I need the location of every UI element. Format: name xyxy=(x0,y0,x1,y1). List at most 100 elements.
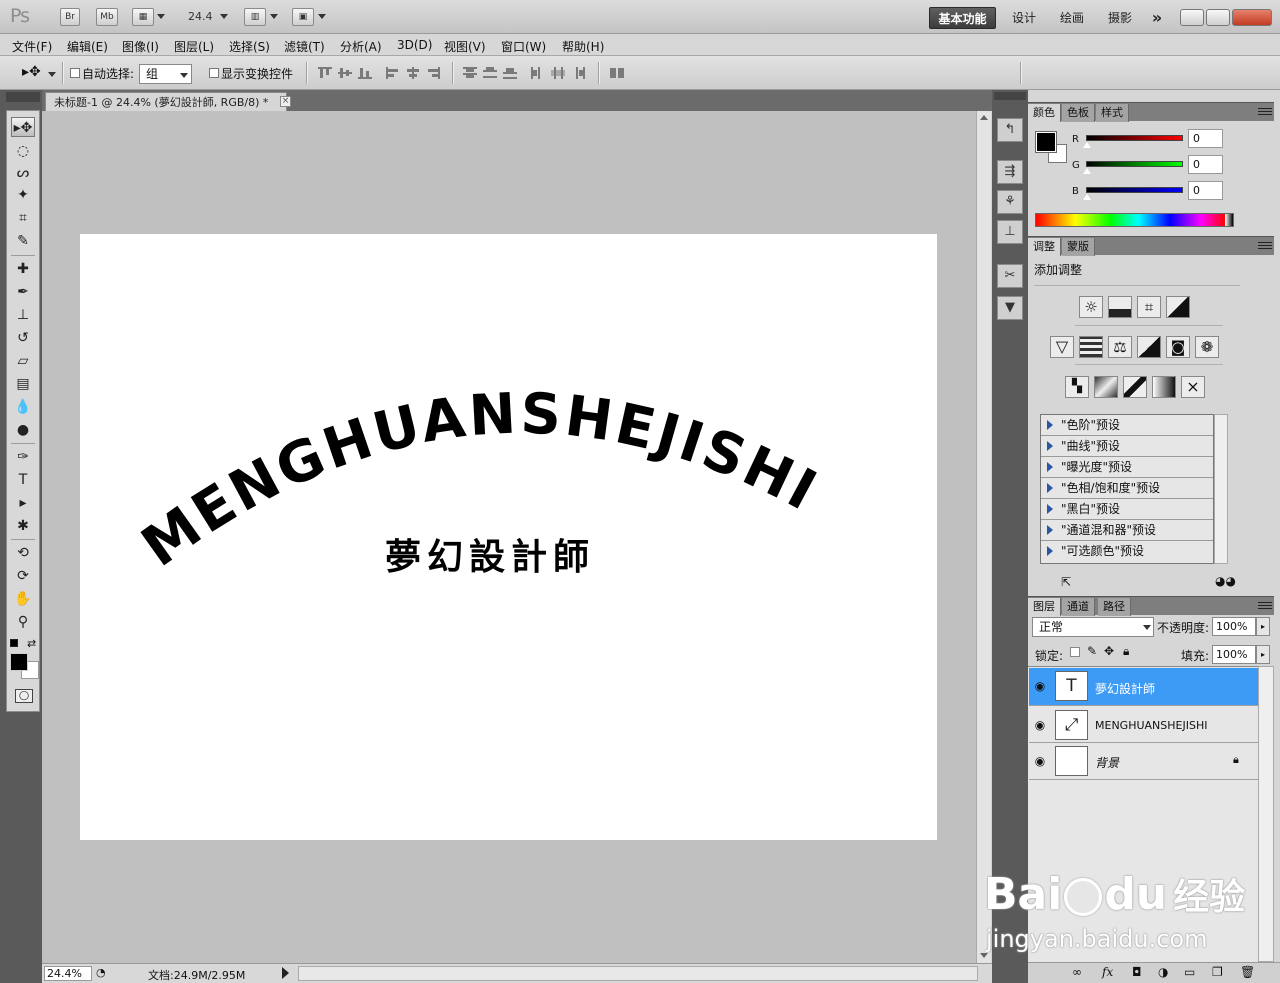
tab-layers[interactable]: 图层 xyxy=(1028,598,1061,616)
swap-colors-icon[interactable]: ⇄ xyxy=(27,637,36,650)
menu-file[interactable]: 文件(F) xyxy=(12,38,52,55)
menu-3d[interactable]: 3D(D) xyxy=(397,38,432,52)
status-zoom-field[interactable]: 24.4% xyxy=(44,966,92,981)
curves-icon[interactable]: ⌗ xyxy=(1137,296,1161,318)
panel-menu-icon[interactable] xyxy=(1258,602,1272,610)
move-tool-icon[interactable]: ▸✥ xyxy=(11,117,35,137)
hand-tool-icon[interactable]: ✋ xyxy=(11,589,35,609)
blue-value-field[interactable]: 0 xyxy=(1188,181,1223,200)
healing-brush-tool-icon[interactable]: ✚ xyxy=(11,259,35,279)
visibility-eye-icon[interactable]: ◉ xyxy=(1032,718,1048,732)
distribute-right-edges-icon[interactable] xyxy=(571,67,585,79)
tool-presets-panel-icon[interactable]: ⇶ xyxy=(997,160,1023,184)
green-slider[interactable] xyxy=(1086,161,1183,167)
dodge-tool-icon[interactable]: ● xyxy=(11,420,35,440)
history-panel-icon[interactable]: ↰ xyxy=(997,118,1023,142)
link-icon[interactable]: ∞ xyxy=(1072,965,1082,979)
red-value-field[interactable]: 0 xyxy=(1188,129,1223,148)
photo-filter-icon[interactable]: ◙ xyxy=(1166,336,1190,358)
preset-channel-mixer[interactable]: "通道混和器"预设 xyxy=(1041,520,1213,541)
slider-thumb-icon[interactable] xyxy=(1083,142,1091,148)
menu-filter[interactable]: 滤镜(T) xyxy=(284,38,325,55)
toolbox-header[interactable] xyxy=(6,92,40,102)
tab-adjustments[interactable]: 调整 xyxy=(1028,238,1061,256)
menu-image[interactable]: 图像(I) xyxy=(122,38,159,55)
zoom-dropdown-icon[interactable] xyxy=(220,14,228,19)
hue-saturation-icon[interactable] xyxy=(1079,336,1103,358)
tab-styles[interactable]: 样式 xyxy=(1096,104,1129,122)
selective-color-icon[interactable]: ⨯ xyxy=(1181,376,1205,398)
layer-name[interactable]: MENGHUANSHEJISHI xyxy=(1095,719,1207,732)
arrange-dropdown-icon[interactable] xyxy=(270,14,278,19)
preset-levels[interactable]: "色阶"预设 xyxy=(1041,415,1213,436)
auto-align-layers-icon[interactable] xyxy=(610,67,624,79)
zoom-tool-icon[interactable]: ⚲ xyxy=(11,612,35,632)
align-right-edges-icon[interactable] xyxy=(426,67,440,79)
preset-hue-saturation[interactable]: "色相/饱和度"预设 xyxy=(1041,478,1213,499)
vertical-scrollbar[interactable] xyxy=(976,111,991,963)
clone-stamp-tool-icon[interactable]: ⊥ xyxy=(11,305,35,325)
align-bottom-edges-icon[interactable] xyxy=(358,67,372,79)
tab-color[interactable]: 颜色 xyxy=(1028,104,1061,122)
align-horizontal-centers-icon[interactable] xyxy=(406,67,420,79)
close-window-button[interactable] xyxy=(1232,9,1272,26)
workspace-essentials-button[interactable]: 基本功能 xyxy=(929,7,996,29)
tab-channels[interactable]: 通道 xyxy=(1062,598,1095,616)
opacity-slider-button[interactable]: ▸ xyxy=(1256,617,1270,636)
layers-scrollbar[interactable] xyxy=(1258,666,1274,962)
eraser-tool-icon[interactable]: ▱ xyxy=(11,351,35,371)
levels-icon[interactable] xyxy=(1108,296,1132,318)
scroll-up-icon[interactable] xyxy=(980,115,988,120)
custom-shape-tool-icon[interactable]: ✱ xyxy=(11,516,35,536)
group-icon[interactable]: ▭ xyxy=(1184,965,1195,979)
panel-menu-icon[interactable] xyxy=(1258,242,1272,250)
zoom-level-field[interactable]: 24.4 xyxy=(188,10,213,23)
preset-curves[interactable]: "曲线"预设 xyxy=(1041,436,1213,457)
exposure-icon[interactable] xyxy=(1166,296,1190,318)
color-balance-icon[interactable]: ⚖ xyxy=(1108,336,1132,358)
new-layer-icon[interactable]: ❐ xyxy=(1212,965,1223,979)
preset-selective-color[interactable]: "可选颜色"预设 xyxy=(1041,541,1213,562)
return-to-list-icon[interactable]: ⇱ xyxy=(1061,575,1071,589)
lock-image-icon[interactable]: ✎ xyxy=(1087,644,1097,658)
mask-icon[interactable]: ◘ xyxy=(1132,965,1142,979)
distribute-left-edges-icon[interactable] xyxy=(531,67,545,79)
gradient-map-icon[interactable] xyxy=(1152,376,1176,398)
view-extras-dropdown-icon[interactable] xyxy=(157,14,165,19)
lock-all-icon[interactable]: 🔒︎ xyxy=(1123,644,1129,659)
view-extras-button[interactable]: ▦ xyxy=(132,8,154,26)
blend-mode-select[interactable]: 正常 xyxy=(1032,617,1154,637)
visibility-eye-icon[interactable]: ◉ xyxy=(1032,754,1048,768)
workspace-painting-button[interactable]: 绘画 xyxy=(1052,7,1092,29)
minimize-button[interactable] xyxy=(1180,9,1204,26)
menu-select[interactable]: 选择(S) xyxy=(229,38,270,55)
elliptical-marquee-tool-icon[interactable]: ◌ xyxy=(11,141,35,161)
quick-selection-tool-icon[interactable]: ✦ xyxy=(11,185,35,205)
document-tab[interactable]: 未标题-1 @ 24.4% (夢幻設計師, RGB/8) * xyxy=(45,92,288,111)
menu-window[interactable]: 窗口(W) xyxy=(501,38,546,55)
screen-mode-button[interactable]: ▣ xyxy=(292,8,314,26)
blue-slider[interactable] xyxy=(1086,187,1183,193)
more-workspaces-button[interactable]: » xyxy=(1146,7,1168,29)
preset-black-white[interactable]: "黑白"预设 xyxy=(1041,499,1213,520)
crop-tool-icon[interactable]: ⌗ xyxy=(11,208,35,228)
tab-paths[interactable]: 路径 xyxy=(1098,598,1131,616)
menu-edit[interactable]: 编辑(E) xyxy=(67,38,108,55)
3d-panel-icon[interactable]: ✂ xyxy=(997,264,1023,288)
pen-tool-icon[interactable]: ✑ xyxy=(11,447,35,467)
dock-header[interactable] xyxy=(994,92,1026,100)
clone-source-panel-icon[interactable]: ⊥ xyxy=(997,220,1023,244)
default-colors-icon[interactable] xyxy=(10,639,18,647)
threshold-icon[interactable] xyxy=(1123,376,1147,398)
invert-icon[interactable]: ▚ xyxy=(1065,376,1089,398)
vibrance-icon[interactable]: ▽ xyxy=(1050,336,1074,358)
menu-layer[interactable]: 图层(L) xyxy=(174,38,214,55)
align-top-edges-icon[interactable] xyxy=(318,67,332,79)
launch-bridge-button[interactable]: Br xyxy=(60,8,80,26)
scroll-down-icon[interactable] xyxy=(980,953,988,958)
blur-tool-icon[interactable]: 💧 xyxy=(11,397,35,417)
show-transform-controls-checkbox[interactable] xyxy=(209,68,219,78)
fill-field[interactable]: 100% xyxy=(1212,645,1256,664)
status-zoom-icon[interactable]: ◔ xyxy=(96,966,106,979)
align-left-edges-icon[interactable] xyxy=(386,67,400,79)
